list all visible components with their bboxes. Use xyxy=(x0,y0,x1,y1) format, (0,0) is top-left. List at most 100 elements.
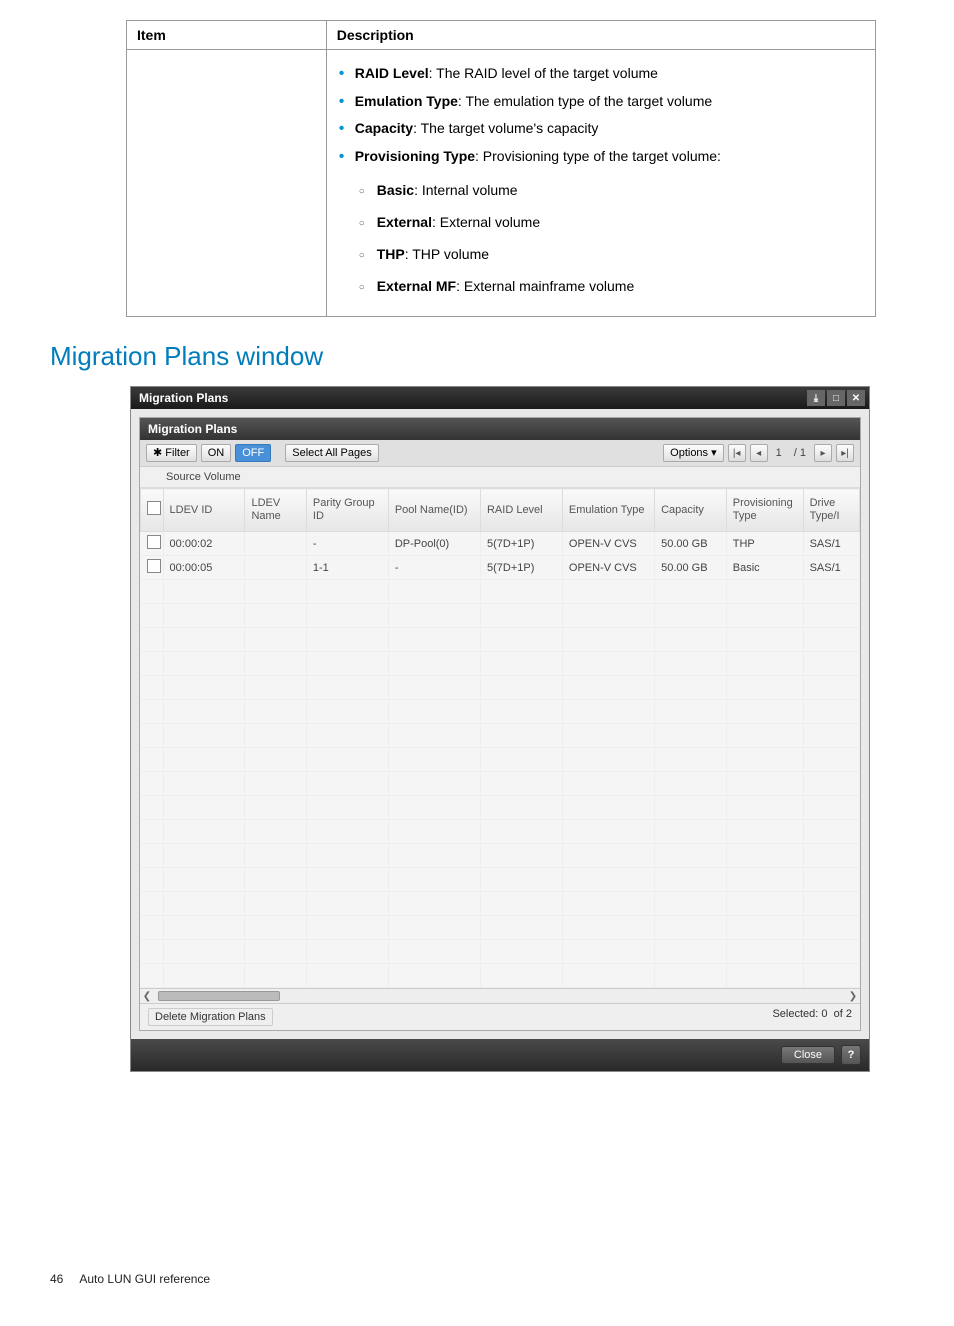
next-page-icon[interactable]: ▸ xyxy=(814,444,832,462)
first-page-icon[interactable]: |◂ xyxy=(728,444,746,462)
col-item: Item xyxy=(127,21,327,50)
item-cell xyxy=(127,50,327,317)
page-number: 46 xyxy=(50,1272,63,1286)
cell: DP-Pool(0) xyxy=(388,532,480,556)
table-row xyxy=(141,940,860,964)
delete-migration-plans-button[interactable]: Delete Migration Plans xyxy=(148,1008,273,1026)
of-label: of xyxy=(834,1008,843,1026)
cell: 5(7D+1P) xyxy=(480,556,562,580)
table-row xyxy=(141,820,860,844)
page-footer: 46 Auto LUN GUI reference xyxy=(50,1272,904,1286)
table-row xyxy=(141,724,860,748)
column-header[interactable]: Drive Type/I xyxy=(803,489,859,532)
table-row xyxy=(141,868,860,892)
col-desc: Description xyxy=(326,21,875,50)
panel-frame: Migration Plans ✱ Filter ON OFF Select A… xyxy=(139,417,861,1031)
table-row xyxy=(141,964,860,988)
table-row xyxy=(141,916,860,940)
sub-bullet-item: External: External volume xyxy=(359,214,865,230)
table-row xyxy=(141,772,860,796)
help-button[interactable]: ? xyxy=(841,1045,861,1065)
bullet-item: Provisioning Type: Provisioning type of … xyxy=(337,147,865,167)
cell: THP xyxy=(726,532,803,556)
cell: 00:00:02 xyxy=(163,532,245,556)
sub-bullet-list: Basic: Internal volume External: External… xyxy=(359,182,865,294)
column-header[interactable]: LDEV ID xyxy=(163,489,245,532)
table-row xyxy=(141,748,860,772)
on-button[interactable]: ON xyxy=(201,444,232,462)
snap-icon[interactable]: ⤓ xyxy=(807,390,825,406)
status-bar: Delete Migration Plans Selected: 0 of 2 xyxy=(140,1003,860,1030)
column-header[interactable]: Parity Group ID xyxy=(306,489,388,532)
scroll-right-icon[interactable]: ❯ xyxy=(846,990,860,1002)
cell: Basic xyxy=(726,556,803,580)
cell: 50.00 GB xyxy=(655,532,727,556)
scroll-left-icon[interactable]: ❮ xyxy=(140,990,154,1002)
grid-subheader: Source Volume xyxy=(140,467,860,488)
column-header[interactable]: LDEV Name xyxy=(245,489,306,532)
panel-header: Migration Plans xyxy=(140,418,860,440)
table-row xyxy=(141,580,860,604)
description-table: Item Description RAID Level: The RAID le… xyxy=(126,20,876,317)
data-grid: LDEV IDLDEV NameParity Group IDPool Name… xyxy=(140,488,860,1003)
filter-button[interactable]: ✱ Filter xyxy=(146,444,197,462)
cell: - xyxy=(388,556,480,580)
cell xyxy=(245,556,306,580)
footer-title: Auto LUN GUI reference xyxy=(79,1272,210,1286)
maximize-icon[interactable]: □ xyxy=(827,390,845,406)
table-row xyxy=(141,628,860,652)
cell: OPEN-V CVS xyxy=(562,532,654,556)
selected-label: Selected: xyxy=(772,1008,818,1026)
selected-count: 0 xyxy=(821,1008,827,1026)
table-row xyxy=(141,796,860,820)
cell: OPEN-V CVS xyxy=(562,556,654,580)
table-row[interactable]: 00:00:02 -DP-Pool(0)5(7D+1P)OPEN-V CVS50.… xyxy=(141,532,860,556)
modal-titlebar: Migration Plans ⤓ □ ✕ xyxy=(131,387,869,409)
grid-body: 00:00:02 -DP-Pool(0)5(7D+1P)OPEN-V CVS50.… xyxy=(141,532,860,988)
bullet-list: RAID Level: The RAID level of the target… xyxy=(337,64,865,166)
cell: - xyxy=(306,532,388,556)
toolbar: ✱ Filter ON OFF Select All Pages Options… xyxy=(140,440,860,467)
section-title: Migration Plans window xyxy=(50,341,904,372)
table-row xyxy=(141,652,860,676)
last-page-icon[interactable]: ▸| xyxy=(836,444,854,462)
bullet-item: Capacity: The target volume's capacity xyxy=(337,119,865,139)
column-header[interactable]: RAID Level xyxy=(480,489,562,532)
cell: 5(7D+1P) xyxy=(480,532,562,556)
table-row xyxy=(141,700,860,724)
sub-bullet-item: External MF: External mainframe volume xyxy=(359,278,865,294)
select-all-pages-button[interactable]: Select All Pages xyxy=(285,444,379,462)
desc-cell: RAID Level: The RAID level of the target… xyxy=(326,50,875,317)
table-row xyxy=(141,604,860,628)
cell: 00:00:05 xyxy=(163,556,245,580)
row-checkbox[interactable] xyxy=(141,556,164,580)
close-icon[interactable]: ✕ xyxy=(847,390,865,406)
close-button[interactable]: Close xyxy=(781,1046,835,1064)
options-dropdown[interactable]: Options ▾ xyxy=(663,444,724,462)
table-row xyxy=(141,844,860,868)
column-header[interactable]: Pool Name(ID) xyxy=(388,489,480,532)
sub-bullet-item: Basic: Internal volume xyxy=(359,182,865,198)
scroll-thumb[interactable] xyxy=(158,991,280,1001)
cell: SAS/1 xyxy=(803,532,859,556)
cell: 50.00 GB xyxy=(655,556,727,580)
column-header[interactable]: Emulation Type xyxy=(562,489,654,532)
off-button[interactable]: OFF xyxy=(235,444,271,462)
row-checkbox[interactable] xyxy=(141,532,164,556)
column-header[interactable]: Provisioning Type xyxy=(726,489,803,532)
page-current: 1 xyxy=(772,447,786,459)
table-row[interactable]: 00:00:051-1-5(7D+1P)OPEN-V CVS50.00 GBBa… xyxy=(141,556,860,580)
horizontal-scrollbar[interactable]: ❮ ❯ xyxy=(140,988,860,1003)
migration-plans-modal: Migration Plans ⤓ □ ✕ Migration Plans ✱ … xyxy=(130,386,870,1072)
column-header[interactable]: Capacity xyxy=(655,489,727,532)
total-count: 2 xyxy=(846,1008,852,1026)
page-total: / 1 xyxy=(790,447,810,459)
sub-bullet-item: THP: THP volume xyxy=(359,246,865,262)
bullet-item: RAID Level: The RAID level of the target… xyxy=(337,64,865,84)
header-checkbox[interactable] xyxy=(141,489,164,532)
table-row xyxy=(141,892,860,916)
cell: SAS/1 xyxy=(803,556,859,580)
bullet-item: Emulation Type: The emulation type of th… xyxy=(337,92,865,112)
modal-footer: Close ? xyxy=(131,1039,869,1071)
prev-page-icon[interactable]: ◂ xyxy=(750,444,768,462)
